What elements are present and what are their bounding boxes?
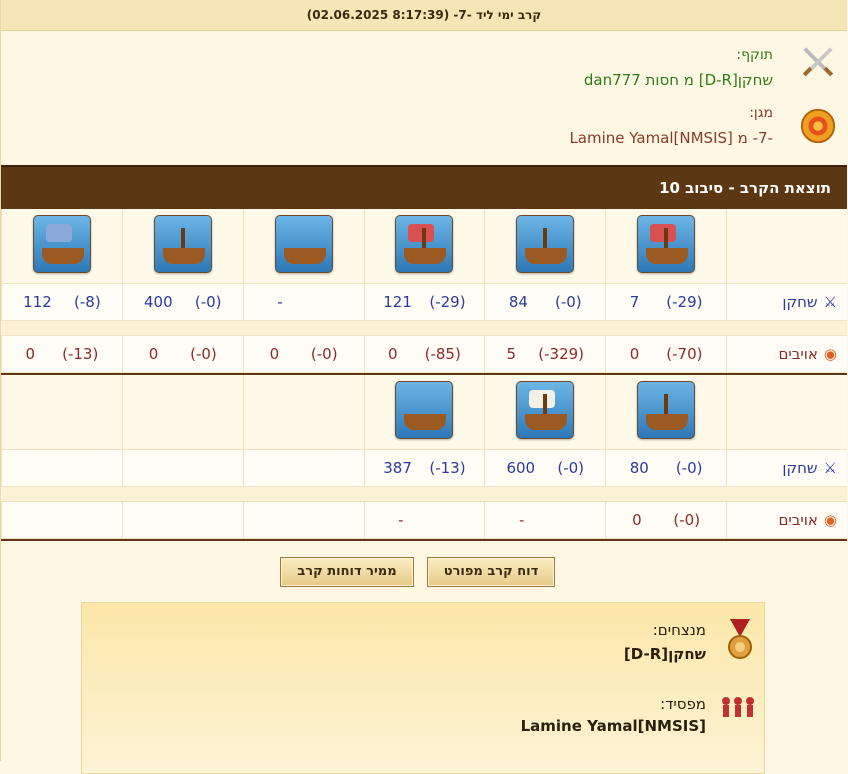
unit-slot [484,209,606,284]
unit-loss: (-329) [538,345,585,363]
crossed-swords-icon [802,47,834,77]
unit-count: 400 [143,293,173,311]
unit-loss: (-0) [194,293,222,311]
unit-loss: (-0) [557,459,585,477]
unit-count: 0 [269,345,280,363]
unit-slot [605,375,727,450]
unit-images-row [1,375,847,450]
unit-ship-image [395,381,454,439]
unit-slot [363,375,485,450]
unit-ship-image [516,215,575,273]
loser-label: מפסיד: [660,695,706,713]
unit-count: 0 [632,511,642,529]
loser-value[interactable]: Lamine Yamal[NMSIS] [521,717,706,735]
medal-icon [728,619,752,659]
unit-loss: (-70) [666,345,703,363]
unit-count: 0 [388,345,398,363]
unit-count: 112 [23,293,52,311]
detailed-report-button[interactable]: דוח קרב מפורט [427,557,555,587]
unit-slot [484,375,606,450]
player-row: ⚔ שחקן 80 (-0) 600 (-0) 387 (-13) [1,449,847,487]
unit-ship-image [32,215,91,273]
enemy-row-label: אויבים [778,344,818,363]
attacker-label: תוקף: [736,47,773,63]
enemy-row-label: אויבים [778,510,818,529]
unit-count: 7 [629,293,640,311]
unit-count: - [398,511,404,529]
player-row-label: שחקן [782,458,818,477]
unit-ship-image [637,381,696,439]
winners-label: מנצחים: [652,621,706,639]
battle-summary: מנצחים: שחקן[D-R] מפסיד: Lamine Yamal[NM… [81,602,765,774]
unit-loss: (-29) [429,293,466,311]
battle-report: קרב ימי ליד -7- (8:17:39 02.06.2025) תוק… [0,0,847,774]
round-result-header: תוצאת הקרב - סיבוב 10 [1,165,847,209]
winners-value[interactable]: שחקן[D-R] [624,645,706,663]
unit-count: - [518,511,525,529]
units-table-2: ⚔ שחקן 80 (-0) 600 (-0) 387 (-13) ◉ אויבים 0 (… [1,375,847,539]
unit-count: 600 [506,459,536,477]
unit-count: 0 [25,345,36,363]
unit-loss: (-0) [554,293,582,311]
unit-loss: (-13) [429,459,466,477]
unit-ship-image [637,215,696,273]
enemy-row: ◉ אויבים 0 (-70) 5 (-329) 0 (-85) 0 (-0) 0 (-0… [1,335,847,373]
unit-loss: (-8) [74,293,101,311]
shield-icon: ◉ [823,345,837,364]
unit-loss: (-0) [190,345,217,363]
defender-label: מגן: [749,105,773,121]
unit-loss: (-0) [310,345,338,363]
defeated-soldiers-icon [722,697,754,717]
defender-section: מגן: -7- מ Lamine Yamal[NMSIS] [1,95,847,159]
shield-icon: ◉ [823,511,837,530]
unit-loss: (-13) [62,345,99,363]
unit-ship-image [516,381,575,439]
unit-count: 387 [383,459,412,477]
crossed-swords-icon: ⚔ [823,293,837,312]
shield-icon [800,108,836,144]
button-bar: דוח קרב מפורט ממיר דוחות קרב [1,541,847,601]
player-row: ⚔ שחקן 7 (-29) 84 (-0) 121 (-29) - 400 (-0) 1… [1,283,847,321]
unit-slot [121,209,244,284]
attacker-value[interactable]: שחקן[D-R] מ חסות dan777 [584,71,773,89]
crossed-swords-icon: ⚔ [823,459,837,478]
unit-ship-image [274,215,333,273]
unit-loss: (-0) [675,459,703,477]
unit-count: 5 [506,345,517,363]
unit-count: 84 [508,293,528,311]
unit-count: - [277,293,283,311]
unit-loss: (-0) [673,511,701,529]
unit-count: 121 [383,293,412,311]
enemy-row: ◉ אויבים 0 (-0) - - [1,501,847,539]
unit-loss: (-29) [666,293,703,311]
units-table-1: ⚔ שחקן 7 (-29) 84 (-0) 121 (-29) - 400 (-0) 1… [1,209,847,373]
report-title: קרב ימי ליד -7- (8:17:39 02.06.2025) [1,0,847,31]
report-converter-button[interactable]: ממיר דוחות קרב [280,557,414,587]
unit-slot [605,209,727,284]
unit-ship-image [153,215,212,273]
player-row-label: שחקן [782,292,818,311]
unit-ship-image [395,215,454,273]
unit-images-row [1,209,847,284]
unit-count: 0 [148,345,159,363]
defender-value[interactable]: -7- מ Lamine Yamal[NMSIS] [569,129,773,147]
unit-count: 80 [629,459,649,477]
unit-slot [363,209,485,284]
unit-slot [1,209,123,284]
unit-loss: (-85) [424,345,461,363]
attacker-section: תוקף: שחקן[D-R] מ חסות dan777 [1,31,847,95]
unit-slot [242,209,365,284]
unit-count: 0 [629,345,640,363]
